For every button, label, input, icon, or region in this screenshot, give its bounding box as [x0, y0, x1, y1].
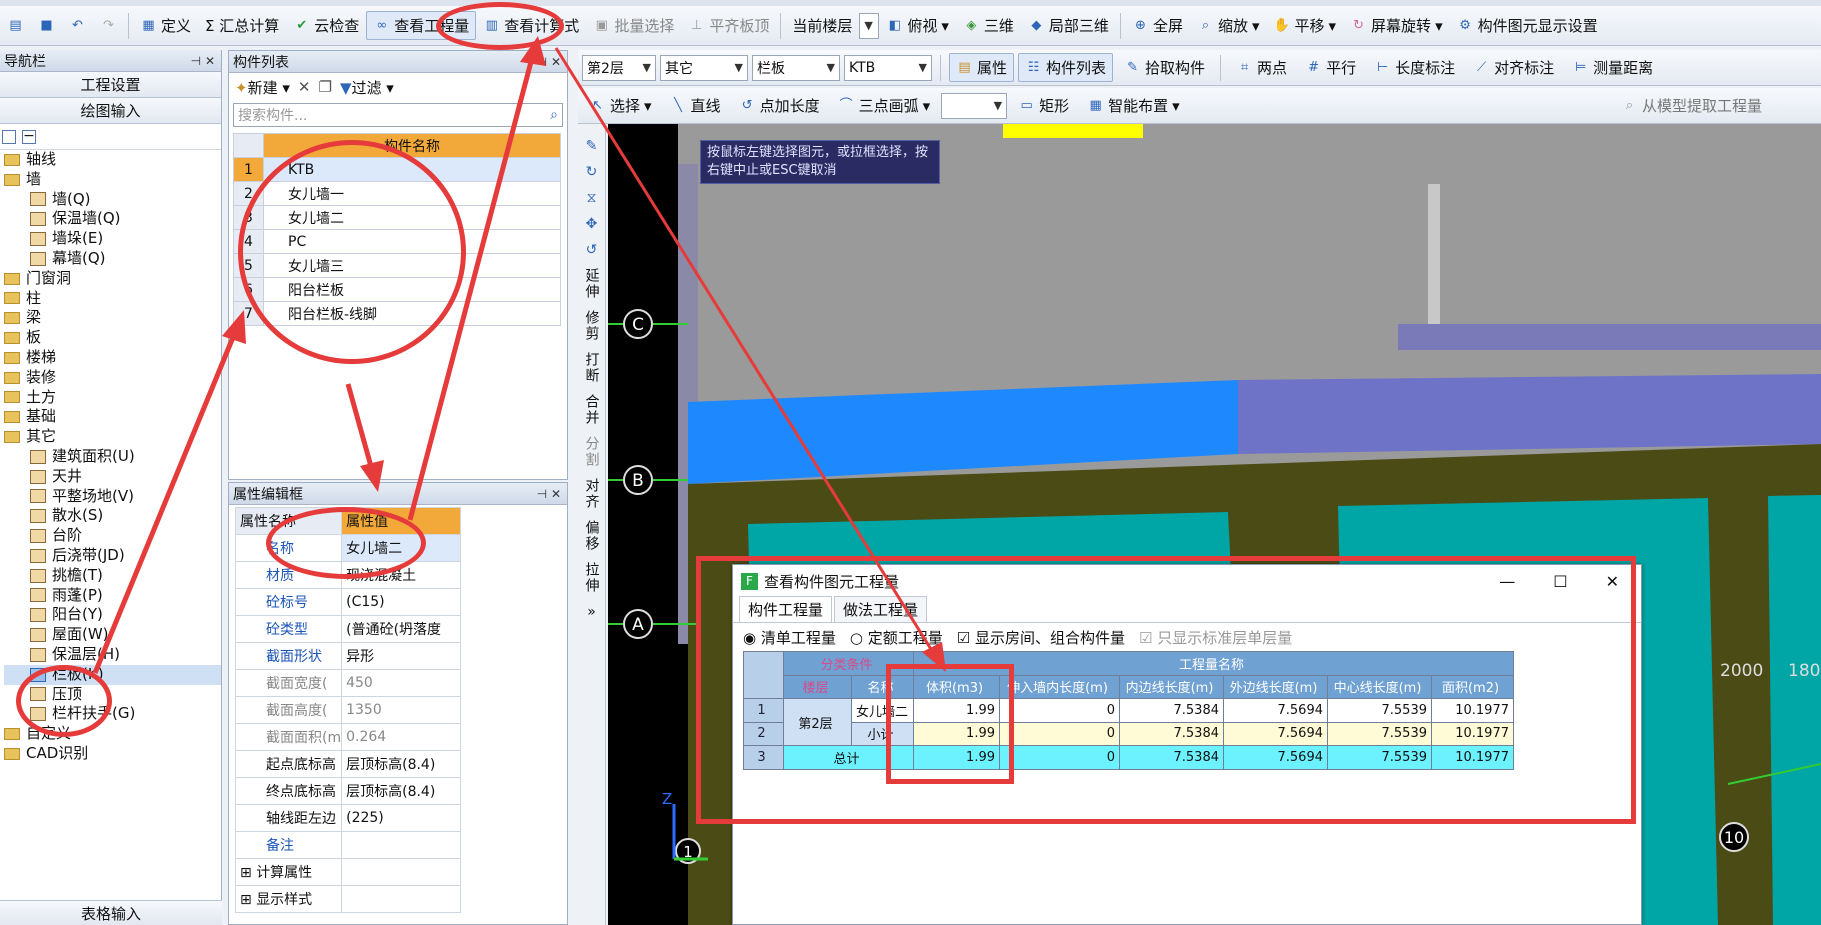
annotation-arrow: [407, 57, 535, 521]
annotation-arrows: [92, 36, 946, 674]
arrow-head: [520, 36, 546, 66]
annotation-arrow: [554, 47, 936, 655]
arrow-head: [222, 310, 246, 344]
annotation-arrow: [345, 383, 375, 471]
annotation-arrow: [92, 329, 239, 674]
arrow-head: [922, 642, 946, 672]
arrow-head: [360, 460, 384, 492]
